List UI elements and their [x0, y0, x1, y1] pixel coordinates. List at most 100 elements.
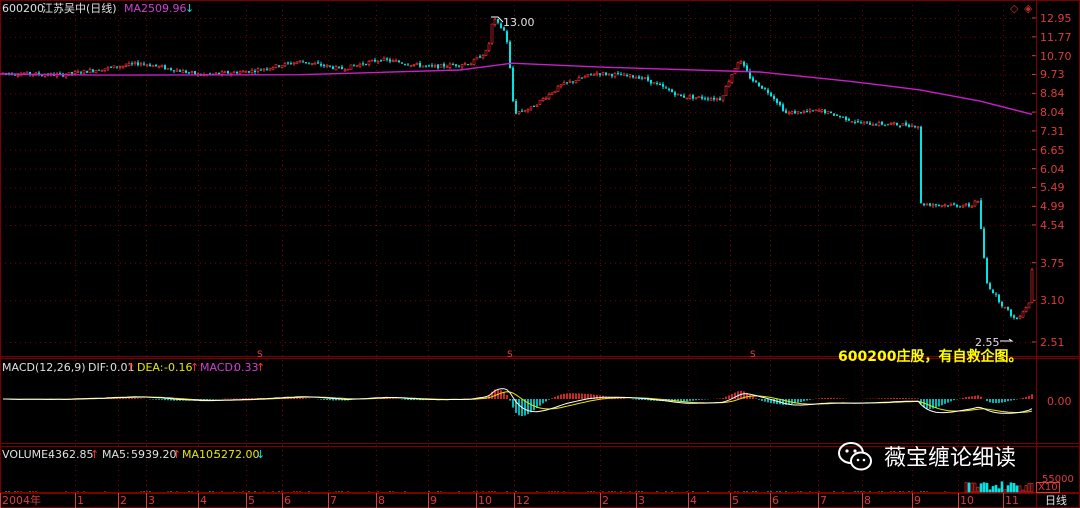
candle: [151, 64, 155, 68]
candle: [481, 53, 485, 60]
volume-bar: [967, 482, 971, 493]
candle: [929, 202, 931, 207]
candle: [490, 23, 494, 45]
candle: [697, 96, 701, 98]
candle: [260, 68, 262, 71]
candle: [329, 65, 331, 68]
candle: [1007, 306, 1009, 312]
volume-bar: [1006, 485, 1010, 493]
candle: [421, 65, 425, 68]
candle: [953, 202, 955, 206]
ma250-arrow: ↓: [185, 2, 195, 15]
candle: [869, 120, 871, 125]
candle: [998, 294, 1000, 304]
candle: [547, 92, 551, 100]
candle: [512, 65, 514, 103]
candle: [776, 97, 778, 105]
candle: [884, 124, 886, 127]
ma5-value: 5939.20: [131, 448, 177, 461]
candle: [250, 67, 254, 75]
price-tick-label: 6.65: [1040, 143, 1065, 157]
candle: [746, 63, 748, 72]
candle: [970, 204, 974, 209]
dea-value: -0.16: [164, 361, 193, 374]
candle: [704, 96, 706, 101]
time-axis-label: 5: [248, 494, 255, 507]
candle: [139, 61, 143, 67]
candle: [938, 204, 940, 207]
candle: [317, 60, 319, 65]
candle: [175, 67, 179, 72]
candle: [647, 74, 649, 83]
candle: [806, 108, 808, 113]
candle: [910, 123, 914, 128]
restore-icon[interactable]: ◈: [1024, 2, 1032, 15]
volume-bar: [997, 488, 1001, 493]
candle: [445, 64, 449, 68]
dea-arrow: ↑: [190, 361, 200, 374]
candle: [755, 79, 757, 84]
price-tick-label: 7.31: [1040, 124, 1065, 138]
candle: [656, 81, 658, 86]
candle: [830, 110, 832, 114]
candle: [715, 97, 719, 102]
title-note: 600200庄股，有自救企图。: [838, 349, 1023, 365]
candle: [713, 95, 715, 102]
period-tab[interactable]: 日线: [1045, 494, 1067, 507]
volume-bar: [1027, 482, 1031, 493]
time-axis-label: 1: [77, 494, 84, 507]
kline-chart[interactable]: S S S: [0, 0, 1080, 508]
candle: [572, 81, 574, 85]
candle: [467, 63, 469, 66]
candle: [500, 22, 502, 29]
candle: [92, 68, 94, 73]
candle: [553, 90, 557, 94]
candle: [310, 62, 314, 66]
candle: [901, 123, 905, 126]
candle: [782, 102, 784, 112]
volume-bar: [976, 486, 980, 493]
price-tick-label: 9.73: [1040, 68, 1065, 82]
volume-bars: [5, 481, 1034, 493]
candle: [701, 94, 703, 101]
volume-bar: [1009, 482, 1013, 493]
candle: [814, 109, 818, 112]
candle: [676, 93, 680, 96]
candle: [899, 124, 901, 129]
candle: [401, 62, 403, 64]
candle: [665, 85, 667, 89]
candle: [133, 60, 137, 66]
high-price-label: 13.00: [503, 16, 535, 29]
candle: [992, 288, 994, 294]
candle: [386, 57, 388, 62]
candle: [118, 65, 122, 70]
low-price-label: 2.55: [975, 336, 1000, 349]
candle: [325, 63, 329, 69]
candle: [460, 63, 464, 70]
candle: [475, 56, 479, 60]
volume-bar: [973, 482, 977, 493]
candle: [743, 60, 745, 68]
candle: [916, 125, 920, 130]
diamond-icon[interactable]: ◇: [1010, 2, 1018, 15]
candle: [271, 66, 275, 71]
candle: [889, 122, 893, 126]
candle: [973, 199, 977, 207]
candle: [484, 49, 488, 56]
candle: [469, 62, 473, 66]
candle: [976, 200, 980, 203]
candle: [940, 204, 944, 208]
candle: [218, 72, 220, 75]
candle: [533, 105, 535, 108]
time-axis-label: 8: [864, 494, 871, 507]
candle: [106, 66, 110, 72]
candle: [707, 96, 709, 102]
candle: [866, 121, 868, 125]
candle: [662, 81, 664, 89]
candle: [370, 59, 374, 62]
candle: [986, 256, 988, 284]
candle: [194, 70, 196, 75]
candle: [190, 70, 194, 75]
candle: [292, 61, 296, 66]
candle: [38, 70, 40, 77]
